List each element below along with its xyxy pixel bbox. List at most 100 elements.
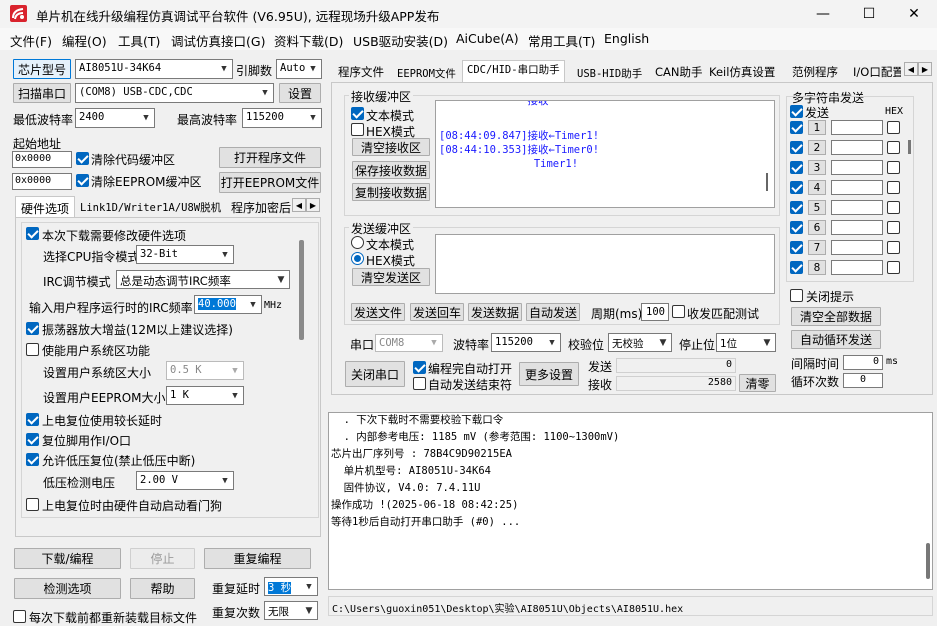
clear-tx-button[interactable]: 清空发送区	[352, 268, 430, 286]
multi-send-button[interactable]: 7	[808, 240, 826, 255]
auto-send-button[interactable]: 自动发送	[526, 303, 580, 321]
chip-model-select[interactable]: AI8051U-34K64 ▼	[75, 59, 233, 79]
interval-input[interactable]: 0	[843, 355, 883, 370]
minimize-button[interactable]: —	[800, 0, 846, 28]
multi-hex-checkbox[interactable]	[887, 261, 900, 274]
tab-usb-hid-assistant[interactable]: USB-HID助手	[572, 64, 647, 83]
watchdog-checkbox[interactable]	[26, 498, 39, 511]
multi-send-button[interactable]: 1	[808, 120, 826, 135]
download-program-button[interactable]: 下载/编程	[14, 548, 121, 569]
tab-scroll-left-icon[interactable]: ◀	[904, 62, 918, 76]
match-test-checkbox[interactable]	[672, 305, 685, 318]
log-scrollbar[interactable]	[926, 543, 930, 579]
cpu-mode-select[interactable]: 32-Bit ▼	[136, 245, 234, 264]
period-input[interactable]: 100	[641, 303, 669, 321]
stop-button[interactable]: 停止	[130, 548, 195, 569]
tab-encrypt[interactable]: 程序加密后	[231, 199, 291, 216]
multi-string-input[interactable]	[831, 160, 883, 175]
menu-debug[interactable]: 调试仿真接口(G)	[171, 31, 265, 50]
tab-can-assistant[interactable]: CAN助手	[650, 62, 708, 81]
code-address-input[interactable]: 0x0000	[12, 151, 72, 168]
multi-send-button[interactable]: 4	[808, 180, 826, 195]
multi-string-input[interactable]	[831, 240, 883, 255]
menu-download[interactable]: 资料下载(D)	[274, 31, 343, 50]
auto-open-checkbox[interactable]	[413, 361, 426, 374]
tab-eeprom-file[interactable]: EEPROM文件	[392, 64, 461, 83]
multi-string-input[interactable]	[831, 120, 883, 135]
tab-scroll-right-icon[interactable]: ▶	[306, 198, 320, 212]
multi-string-input[interactable]	[831, 260, 883, 275]
multi-row-checkbox[interactable]	[790, 121, 803, 134]
rx-hex-mode-checkbox[interactable]	[351, 123, 364, 136]
tab-cdc-hid-assistant[interactable]: CDC/HID-串口助手	[462, 60, 565, 82]
close-button[interactable]: ✕	[891, 0, 937, 28]
serial-port-select[interactable]: COM8 ▼	[375, 334, 443, 352]
loop-count-input[interactable]: 0	[843, 373, 883, 388]
stop-bits-select[interactable]: 1位 ▼	[716, 333, 776, 352]
multi-send-button[interactable]: 5	[808, 200, 826, 215]
tab-io-config[interactable]: I/O口配置	[848, 62, 902, 81]
multi-hex-checkbox[interactable]	[887, 181, 900, 194]
tab-hardware-options[interactable]: 硬件选项	[15, 196, 75, 218]
clear-all-data-button[interactable]: 清空全部数据	[791, 307, 881, 326]
max-baud-select[interactable]: 115200 ▼	[242, 108, 322, 128]
tab-scroll-left-icon[interactable]: ◀	[292, 198, 306, 212]
multi-hex-checkbox[interactable]	[887, 241, 900, 254]
reprogram-button[interactable]: 重复编程	[204, 548, 311, 569]
multi-row-checkbox[interactable]	[790, 181, 803, 194]
port-select[interactable]: (COM8) USB-CDC,CDC ▼	[75, 83, 274, 103]
lvd-reset-checkbox[interactable]	[26, 453, 39, 466]
tx-textarea[interactable]	[435, 234, 775, 294]
multi-string-input[interactable]	[831, 180, 883, 195]
min-baud-select[interactable]: 2400 ▼	[75, 108, 155, 128]
close-port-button[interactable]: 关闭串口	[345, 361, 405, 387]
auto-loop-send-button[interactable]: 自动循环发送	[791, 330, 881, 349]
multi-hex-checkbox[interactable]	[887, 221, 900, 234]
menu-aicube[interactable]: AiCube(A)	[456, 31, 519, 46]
detect-options-button[interactable]: 检测选项	[14, 578, 121, 599]
tab-keil-settings[interactable]: Keil仿真设置	[704, 62, 780, 81]
tx-hex-mode-radio[interactable]	[351, 252, 364, 265]
multi-string-input[interactable]	[831, 140, 883, 155]
tab-offline[interactable]: Link1D/Writer1A/U8W脱机	[80, 200, 221, 215]
multi-row-checkbox[interactable]	[790, 141, 803, 154]
menu-common-tools[interactable]: 常用工具(T)	[528, 31, 595, 50]
help-button[interactable]: 帮助	[130, 578, 195, 599]
repeat-delay-select[interactable]: 3 秒 ▼	[264, 577, 318, 596]
parity-select[interactable]: 无校验 ▼	[608, 333, 672, 352]
multi-send-button[interactable]: 3	[808, 160, 826, 175]
multi-string-input[interactable]	[831, 220, 883, 235]
menu-usb-driver[interactable]: USB驱动安装(D)	[353, 31, 448, 50]
port-settings-button[interactable]: 设置	[279, 83, 321, 103]
rx-scrollbar[interactable]	[766, 173, 768, 191]
menu-file[interactable]: 文件(F)	[10, 31, 52, 50]
clear-code-checkbox[interactable]	[76, 152, 89, 165]
multi-send-all-checkbox[interactable]	[790, 105, 803, 118]
user-sys-size-select[interactable]: 0.5 K ▼	[166, 361, 244, 380]
multi-hex-checkbox[interactable]	[887, 141, 900, 154]
multi-row-checkbox[interactable]	[790, 261, 803, 274]
clear-rx-button[interactable]: 清空接收区	[352, 138, 430, 156]
send-return-button[interactable]: 发送回车	[410, 303, 464, 321]
repeat-count-select[interactable]: 无限 ▼	[264, 601, 318, 620]
menu-english[interactable]: English	[604, 31, 649, 46]
send-data-button[interactable]: 发送数据	[468, 303, 522, 321]
rx-textarea[interactable]: 接收 [08:44:09.847]接收←Timer1! [08:44:10.35…	[435, 100, 775, 208]
multi-hex-checkbox[interactable]	[887, 121, 900, 134]
irc-freq-select[interactable]: 40.000 ▼	[194, 295, 262, 314]
copy-rx-button[interactable]: 复制接收数据	[352, 183, 430, 201]
baud-rate-select[interactable]: 115200 ▼	[491, 333, 561, 352]
close-tip-checkbox[interactable]	[790, 289, 803, 302]
more-settings-button[interactable]: 更多设置	[519, 362, 579, 386]
multi-send-button[interactable]: 8	[808, 260, 826, 275]
multi-row-checkbox[interactable]	[790, 161, 803, 174]
clear-eeprom-checkbox[interactable]	[76, 174, 89, 187]
scan-port-button[interactable]: 扫描串口	[13, 83, 71, 103]
rx-text-mode-checkbox[interactable]	[351, 107, 364, 120]
long-delay-checkbox[interactable]	[26, 413, 39, 426]
log-output[interactable]: . 下次下载时不需要校验下载口令 . 内部参考电压: 1185 mV (参考范围…	[328, 412, 933, 590]
multi-row-checkbox[interactable]	[790, 241, 803, 254]
menu-program[interactable]: 编程(O)	[62, 31, 107, 50]
save-rx-button[interactable]: 保存接收数据	[352, 161, 430, 179]
tx-text-mode-radio[interactable]	[351, 236, 364, 249]
